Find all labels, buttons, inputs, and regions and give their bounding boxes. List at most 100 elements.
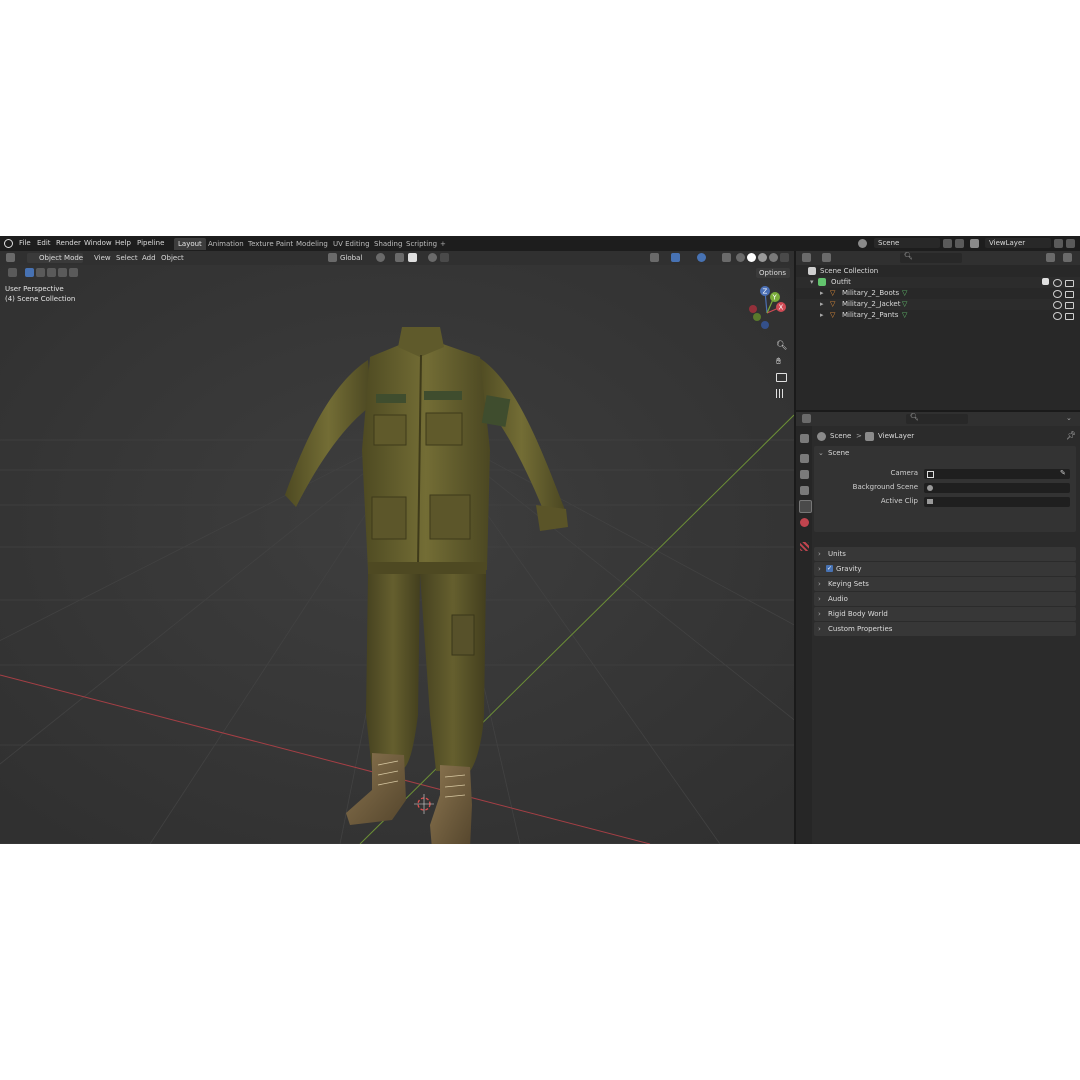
- camera-field[interactable]: [924, 469, 1070, 479]
- pin-icon[interactable]: 📌︎: [1066, 431, 1076, 440]
- new-scene-icon[interactable]: [943, 239, 952, 248]
- tab-animation[interactable]: Animation: [204, 238, 248, 250]
- output-tab-icon[interactable]: [800, 470, 809, 479]
- select-box-icon[interactable]: [25, 268, 34, 277]
- camera-view-icon[interactable]: [776, 373, 787, 382]
- boots-visibility-icon[interactable]: [1053, 290, 1062, 298]
- display-mode-icon[interactable]: [822, 253, 831, 262]
- menu-view[interactable]: View: [94, 251, 111, 265]
- expand-boots-icon[interactable]: ▸: [820, 288, 824, 299]
- audio-panel[interactable]: › Audio: [814, 592, 1076, 606]
- outliner-row-boots[interactable]: ▸ ▽ Military_2_Boots ▽: [796, 288, 1080, 299]
- toolbar-toggle-icon[interactable]: [8, 268, 17, 277]
- properties-editor-icon[interactable]: [802, 414, 811, 423]
- navigation-gizmo[interactable]: Z Y X: [743, 285, 791, 335]
- wireframe-shading-icon[interactable]: [736, 253, 745, 262]
- scene-panel-chevron-icon[interactable]: ⌄: [818, 446, 824, 460]
- texture-tab-icon[interactable]: [800, 542, 809, 551]
- orientation-label[interactable]: Global: [340, 251, 362, 265]
- select-invert-icon[interactable]: [58, 268, 67, 277]
- eyedropper-icon[interactable]: ✎: [1060, 469, 1066, 477]
- exclude-checkbox[interactable]: [1042, 278, 1049, 285]
- tab-shading[interactable]: Shading: [370, 238, 406, 250]
- new-view-layer-icon[interactable]: [1054, 239, 1063, 248]
- pants-visibility-icon[interactable]: [1053, 312, 1062, 320]
- add-workspace-button[interactable]: +: [436, 238, 450, 250]
- render-tab-icon[interactable]: [800, 454, 809, 463]
- gravity-checkbox[interactable]: ✓: [826, 565, 833, 572]
- tab-texture-paint[interactable]: Texture Paint: [244, 238, 297, 250]
- view-layer-name: ViewLayer: [989, 239, 1026, 247]
- scene-tab-icon[interactable]: [799, 500, 812, 513]
- tab-layout[interactable]: Layout: [174, 238, 206, 250]
- outliner-row-outfit[interactable]: ▾ Outfit: [796, 277, 1080, 288]
- tab-modeling[interactable]: Modeling: [292, 238, 332, 250]
- boots-render-icon[interactable]: [1065, 291, 1074, 298]
- select-extend-icon[interactable]: [36, 268, 45, 277]
- menu-pipeline[interactable]: Pipeline: [137, 236, 164, 251]
- menu-help[interactable]: Help: [115, 236, 131, 251]
- menu-object[interactable]: Object: [161, 251, 184, 265]
- outliner-row-jacket[interactable]: ▸ ▽ Military_2_Jacket ▽: [796, 299, 1080, 310]
- custom-properties-panel[interactable]: › Custom Properties: [814, 622, 1076, 636]
- select-intersect-icon[interactable]: [69, 268, 78, 277]
- solid-shading-icon[interactable]: [747, 253, 756, 262]
- shading-options-icon[interactable]: [780, 253, 789, 262]
- menu-add[interactable]: Add: [142, 251, 156, 265]
- snap-icon[interactable]: [395, 253, 404, 262]
- units-panel[interactable]: › Units: [814, 547, 1076, 561]
- gizmo-toggle-icon[interactable]: [671, 253, 680, 262]
- grid-projection-icon[interactable]: [776, 389, 785, 398]
- scene-icon[interactable]: [858, 239, 867, 248]
- menu-edit[interactable]: Edit: [37, 236, 51, 251]
- select-subtract-icon[interactable]: [47, 268, 56, 277]
- gravity-panel[interactable]: › ✓ Gravity: [814, 562, 1076, 576]
- blender-logo-icon[interactable]: [4, 239, 13, 248]
- tool-tab-icon[interactable]: [800, 434, 809, 443]
- delete-view-layer-icon[interactable]: [1066, 239, 1075, 248]
- snap-target-icon[interactable]: [408, 253, 417, 262]
- view-layer-breadcrumb-icon: [865, 432, 874, 441]
- zoom-icon[interactable]: 🔍︎: [776, 341, 787, 351]
- falloff-icon[interactable]: [440, 253, 449, 262]
- scene-panel-title[interactable]: Scene: [828, 446, 849, 460]
- view-layer-icon[interactable]: [970, 239, 979, 248]
- outfit-render-icon[interactable]: [1065, 280, 1074, 287]
- visibility-icon[interactable]: [650, 253, 659, 262]
- proportional-edit-icon[interactable]: [428, 253, 437, 262]
- pan-hand-icon[interactable]: ✋︎: [776, 357, 781, 367]
- menu-select[interactable]: Select: [116, 251, 138, 265]
- menu-window[interactable]: Window: [84, 236, 112, 251]
- orientation-icon[interactable]: [328, 253, 337, 262]
- menu-file[interactable]: File: [19, 236, 31, 251]
- outliner-row-scene-collection[interactable]: Scene Collection: [796, 266, 1080, 277]
- expand-jacket-icon[interactable]: ▸: [820, 299, 824, 310]
- pivot-icon[interactable]: [376, 253, 385, 262]
- xray-icon[interactable]: [722, 253, 731, 262]
- jacket-render-icon[interactable]: [1065, 302, 1074, 309]
- 3d-viewport[interactable]: User Perspective (4) Scene Collection Op…: [0, 265, 794, 844]
- world-tab-icon[interactable]: [800, 518, 809, 527]
- outliner-row-pants[interactable]: ▸ ▽ Military_2_Pants ▽: [796, 310, 1080, 321]
- material-shading-icon[interactable]: [758, 253, 767, 262]
- background-scene-field[interactable]: [924, 483, 1070, 493]
- keying-sets-panel[interactable]: › Keying Sets: [814, 577, 1076, 591]
- menu-render[interactable]: Render: [56, 236, 81, 251]
- rigid-body-world-panel[interactable]: › Rigid Body World: [814, 607, 1076, 621]
- chevron-down-icon[interactable]: ⌄: [1066, 414, 1072, 422]
- new-collection-icon[interactable]: [1063, 253, 1072, 262]
- view-layer-tab-icon[interactable]: [800, 486, 809, 495]
- outliner-editor-icon[interactable]: [802, 253, 811, 262]
- filter-icon[interactable]: [1046, 253, 1055, 262]
- outfit-visibility-icon[interactable]: [1053, 279, 1062, 287]
- expand-outfit-icon[interactable]: ▾: [810, 277, 814, 288]
- tab-uv-editing[interactable]: UV Editing: [329, 238, 374, 250]
- expand-pants-icon[interactable]: ▸: [820, 310, 824, 321]
- overlay-toggle-icon[interactable]: [697, 253, 706, 262]
- rendered-shading-icon[interactable]: [769, 253, 778, 262]
- pants-render-icon[interactable]: [1065, 313, 1074, 320]
- delete-scene-icon[interactable]: [955, 239, 964, 248]
- active-clip-field[interactable]: [924, 497, 1070, 507]
- editor-type-icon[interactable]: [6, 253, 15, 262]
- jacket-visibility-icon[interactable]: [1053, 301, 1062, 309]
